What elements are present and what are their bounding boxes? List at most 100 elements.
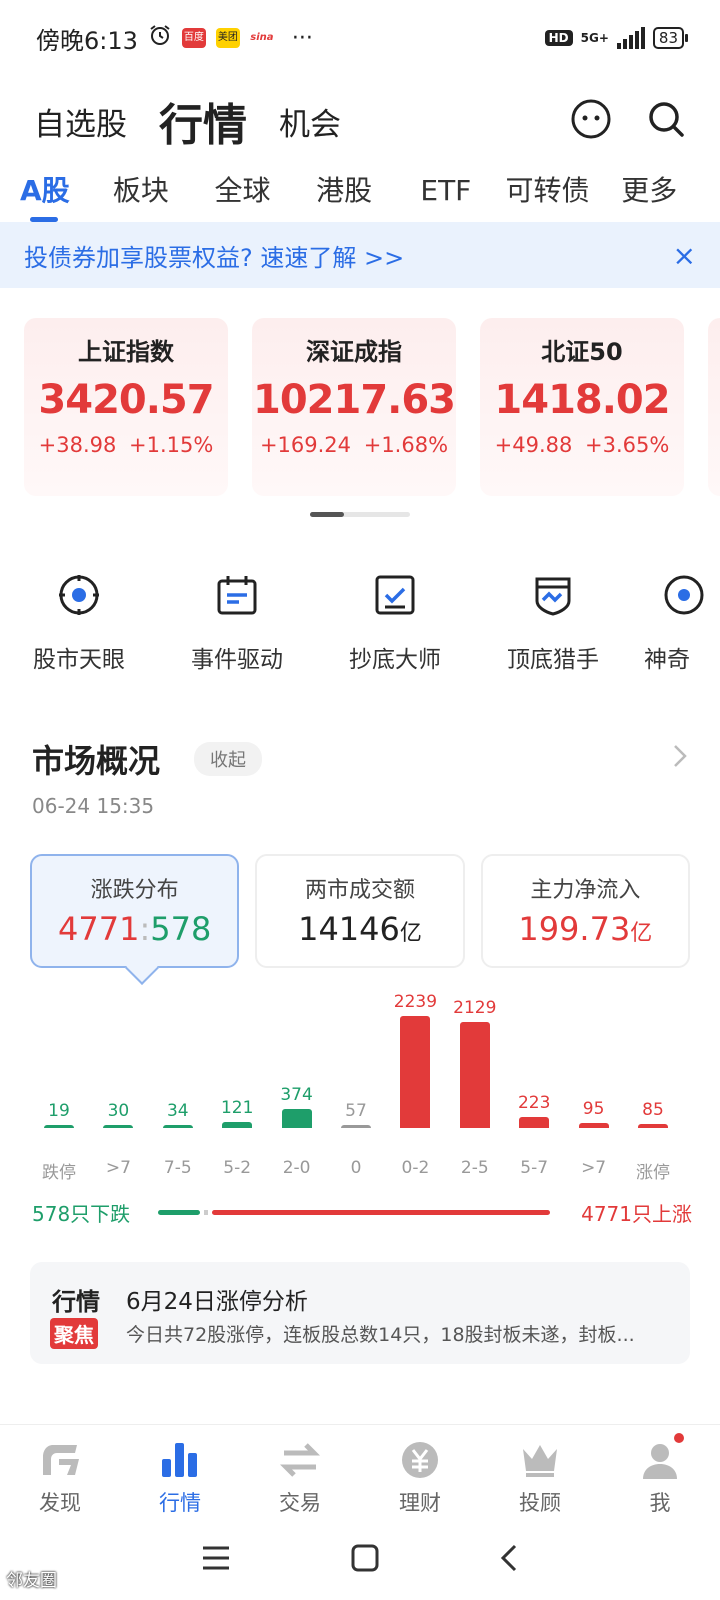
bar-chart-icon — [162, 1443, 197, 1477]
nav-market[interactable]: 行情 — [159, 89, 247, 153]
index-change: +49.88 +3.65% — [494, 433, 670, 457]
eye-target-icon — [59, 575, 99, 615]
tool-bottom-fisher[interactable]: 抄底大师 — [316, 570, 474, 680]
status-bar: 傍晚6:13 百度 美团 sina ··· HD 5G+ 83 — [0, 0, 720, 76]
nav-opportunity[interactable]: 机会 — [279, 99, 341, 144]
news-summary: 今日共72股涨停，连板股总数14只，18股封板未遂，封板... — [126, 1324, 635, 1346]
sina-app-icon: sina — [249, 28, 274, 48]
index-name: 北证50 — [541, 338, 623, 366]
alarm-icon — [148, 23, 172, 53]
tab-etf[interactable]: ETF — [395, 166, 497, 222]
bottom-nav-advisor[interactable]: 投顾 — [480, 1425, 600, 1516]
tab-sectors[interactable]: 板块 — [90, 166, 192, 222]
chart-check-icon — [375, 575, 415, 615]
index-card-next[interactable] — [708, 318, 720, 496]
market-tabs: A股 板块 全球 港股 ETF 可转债 更多 — [0, 166, 720, 222]
chart-bar — [162, 1125, 193, 1128]
tab-a-shares[interactable]: A股 — [20, 166, 90, 222]
bottom-nav-wealth[interactable]: 理财 — [360, 1425, 480, 1516]
chart-category-label: 2-5 — [460, 1158, 489, 1178]
market-overview-title: 市场概况 — [32, 742, 161, 780]
news-badge-market: 行情 — [52, 1288, 100, 1316]
chart-bar — [578, 1123, 609, 1128]
chart-category-label: 5-7 — [520, 1158, 549, 1178]
baidu-app-icon: 百度 — [181, 28, 206, 48]
bottom-nav-me[interactable]: 我 — [600, 1425, 720, 1516]
yuan-coin-icon — [402, 1442, 438, 1478]
chart-value-label: 95 — [582, 1099, 605, 1120]
promo-banner[interactable]: 投债券加享股票权益? 速速了解 >> × — [0, 222, 720, 288]
nav-watchlist[interactable]: 自选股 — [34, 99, 127, 144]
bottom-nav: 发现 行情 交易 理财 投顾 我 — [0, 1424, 720, 1516]
chart-bar — [281, 1109, 312, 1128]
chart-category-label: 涨停 — [636, 1163, 670, 1183]
chart-category-label: >7 — [581, 1158, 607, 1178]
chart-bar — [103, 1125, 134, 1128]
search-icon[interactable] — [646, 99, 686, 143]
chart-value-label: 30 — [107, 1101, 130, 1121]
top-header: 自选股 行情 机会 — [0, 76, 720, 166]
chart-value-label: 2129 — [453, 997, 497, 1018]
stat-rise-fall[interactable]: 涨跌分布 4771:578 — [30, 854, 240, 968]
stat-turnover[interactable]: 两市成交额 14146亿 — [255, 854, 465, 968]
discover-logo-icon — [43, 1445, 79, 1475]
overview-stats: 涨跌分布 4771:578 两市成交额 14146亿 主力净流入 199.73亿 — [30, 854, 690, 974]
user-icon — [643, 1444, 677, 1479]
chart-category-label: 7-5 — [163, 1158, 192, 1178]
carousel-indicator — [310, 512, 410, 517]
watermark: 邻友圈 — [6, 1571, 57, 1591]
chart-category-label: 0 — [350, 1158, 362, 1178]
crown-icon — [523, 1445, 557, 1477]
chart-value-label: 85 — [642, 1099, 664, 1120]
chart-value-label: 57 — [345, 1101, 367, 1121]
index-value: 1418.02 — [494, 377, 670, 423]
stat-net-inflow[interactable]: 主力净流入 199.73亿 — [480, 854, 690, 968]
bottom-nav-market[interactable]: 行情 — [120, 1425, 240, 1516]
shield-wave-icon — [535, 577, 571, 616]
banner-text[interactable]: 投债券加享股票权益? 速速了解 >> — [24, 238, 404, 273]
down-count-label: 578只下跌 — [32, 1202, 131, 1226]
tool-market-eye[interactable]: 股市天眼 — [0, 570, 158, 680]
tool-shortcuts: 股市天眼 事件驱动 抄底大师 顶底猎手 神奇 — [0, 570, 720, 680]
tab-global[interactable]: 全球 — [192, 166, 294, 222]
magic-icon — [664, 575, 704, 615]
calendar-icon — [217, 576, 257, 615]
rise-fall-ratio: 578只下跌 4771只上涨 — [32, 1198, 692, 1228]
system-nav — [0, 1520, 720, 1600]
chart-bar — [519, 1116, 550, 1128]
back-icon[interactable] — [499, 1543, 519, 1577]
index-name: 深证成指 — [306, 338, 402, 366]
hd-badge: HD — [544, 30, 573, 46]
tab-convertible-bonds[interactable]: 可转债 — [497, 166, 599, 222]
home-icon[interactable] — [351, 1544, 379, 1576]
chart-bar — [459, 1021, 490, 1128]
tool-top-bottom-hunter[interactable]: 顶底猎手 — [474, 570, 632, 680]
chart-value-label: 2239 — [393, 992, 438, 1012]
tool-magic[interactable]: 神奇 — [632, 570, 720, 680]
news-badge-focus: 聚焦 — [50, 1318, 98, 1349]
index-card-bj50[interactable]: 北证50 1418.02 +49.88 +3.65% — [480, 318, 684, 496]
chevron-right-icon[interactable] — [672, 744, 688, 772]
meituan-app-icon: 美团 — [215, 28, 240, 48]
index-cards: 上证指数 3420.57 +38.98 +1.15% 深证成指 10217.63… — [24, 318, 720, 498]
tool-event-driven[interactable]: 事件驱动 — [158, 570, 316, 680]
menu-icon[interactable] — [201, 1545, 231, 1575]
index-card-sh[interactable]: 上证指数 3420.57 +38.98 +1.15% — [24, 318, 228, 496]
chart-category-label: >7 — [105, 1158, 131, 1178]
collapse-button[interactable]: 收起 — [194, 742, 262, 776]
tab-more[interactable]: 更多 — [598, 166, 700, 222]
index-value: 3420.57 — [38, 377, 214, 423]
chart-bar — [222, 1121, 253, 1128]
chart-category-label: 0-2 — [401, 1158, 430, 1178]
close-icon[interactable]: × — [673, 239, 696, 272]
rise-fall-distribution-chart: 19 跌停 30 >7 34 7-5 121 5-2 374 2-0 57 0 2239 0-2 2129 2… — [30, 992, 690, 1190]
tab-hk[interactable]: 港股 — [293, 166, 395, 222]
bottom-nav-discover[interactable]: 发现 — [0, 1425, 120, 1516]
news-card[interactable]: 行情 聚焦 6月24日涨停分析 今日共72股涨停，连板股总数14只，18股封板未… — [30, 1262, 690, 1364]
chart-value-label: 374 — [280, 1085, 313, 1106]
bottom-nav-trade[interactable]: 交易 — [240, 1425, 360, 1516]
index-card-sz[interactable]: 深证成指 10217.63 +169.24 +1.68% — [252, 318, 456, 496]
chart-bar — [400, 1016, 431, 1128]
status-time: 傍晚6:13 — [36, 26, 138, 55]
assistant-face-icon[interactable] — [570, 98, 612, 144]
